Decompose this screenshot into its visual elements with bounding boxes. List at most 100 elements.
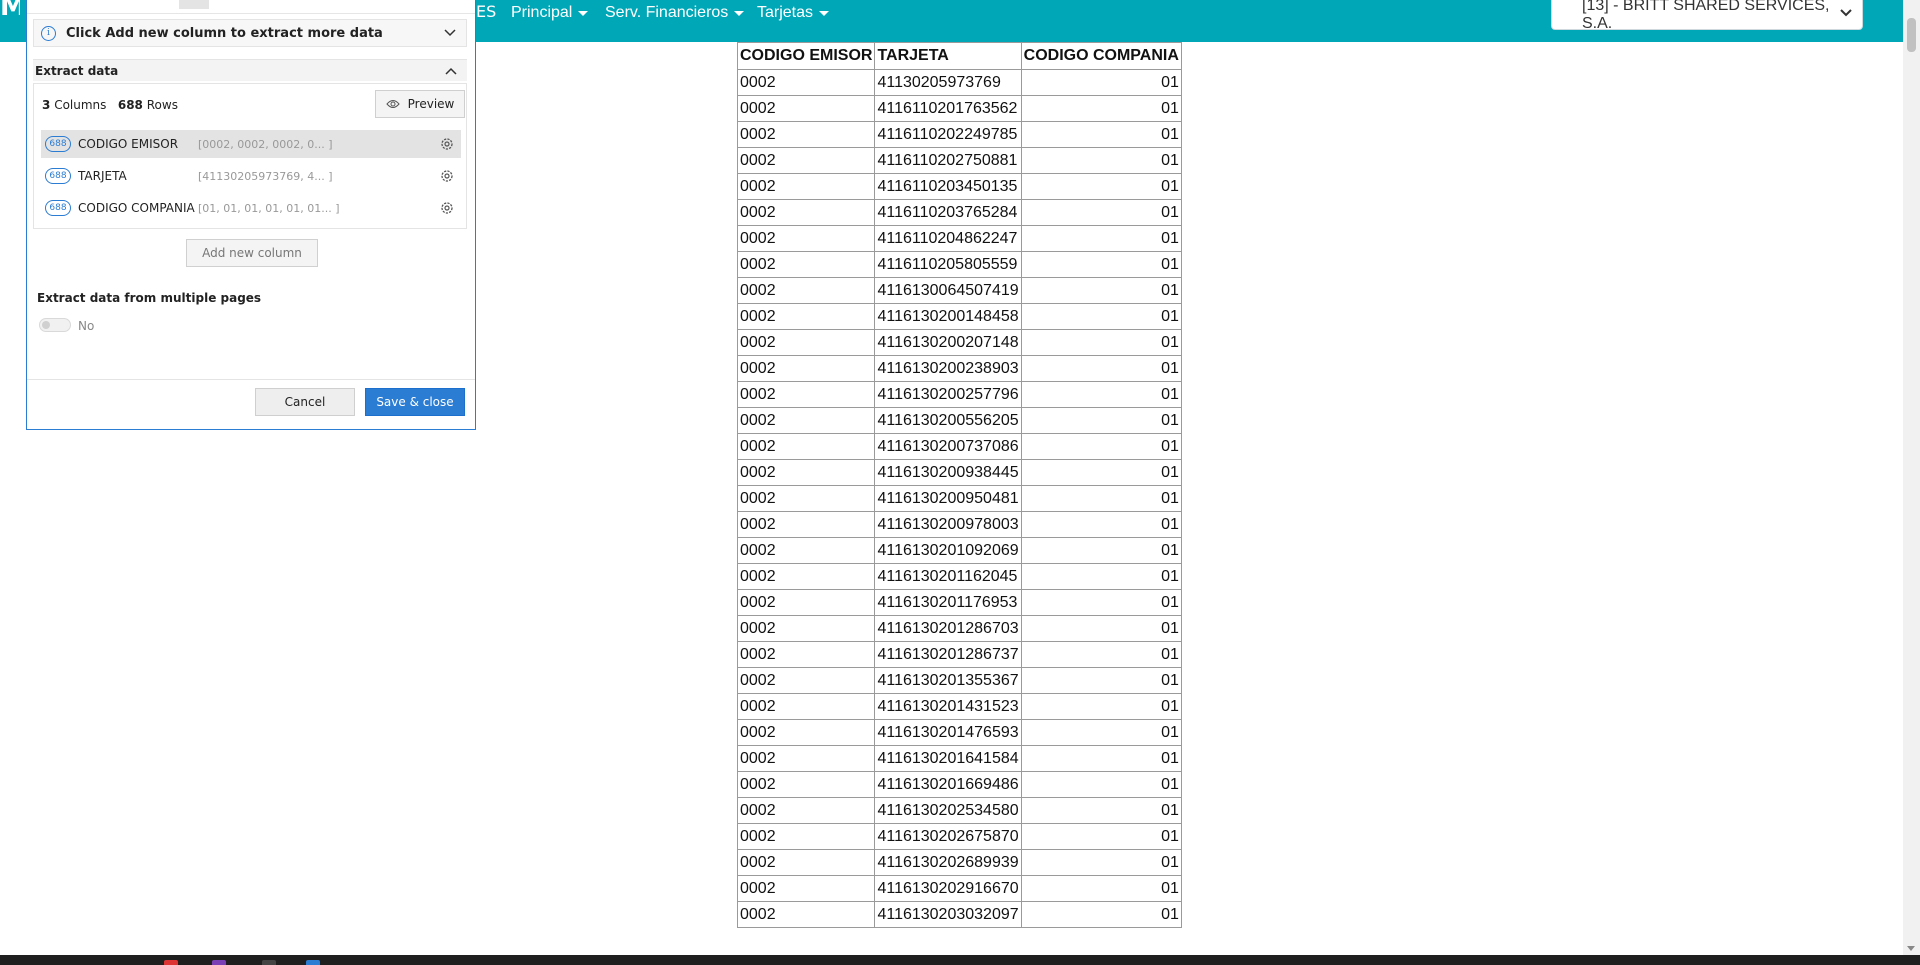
preview-button[interactable]: Preview	[375, 90, 465, 118]
save-close-button[interactable]: Save & close	[365, 388, 465, 416]
table-cell: 0002	[736, 121, 876, 148]
table-cell: 4116130203032097	[874, 901, 1022, 928]
table-row: 0002 4116110202750881 01	[736, 147, 1182, 174]
table-cell: 4116130201476593	[874, 719, 1022, 746]
table-row: 0002 4116130200556205 01	[736, 407, 1182, 434]
table-row: 0002 4116110202249785 01	[736, 121, 1182, 148]
table-cell: 0002	[736, 563, 876, 590]
nav-menu-label: Tarjetas	[757, 4, 814, 21]
table-row: 0002 4116110204862247 01	[736, 225, 1182, 252]
column-row-codigo-emisor[interactable]: 688 CODIGO EMISOR [0002, 0002, 0002, 0..…	[41, 130, 461, 158]
table-row: 0002 4116130064507419 01	[736, 277, 1182, 304]
table-cell: 4116130201162045	[874, 563, 1022, 590]
toolbar-tab[interactable]	[179, 0, 209, 9]
table-cell: 01	[1020, 95, 1182, 122]
table-cell: 0002	[736, 381, 876, 408]
column-header: TARJETA	[874, 42, 1022, 70]
column-name: CODIGO COMPANIA	[78, 201, 195, 215]
table-cell: 0002	[736, 641, 876, 668]
table-row: 0002 4116130201476593 01	[736, 719, 1182, 746]
table-cell: 01	[1020, 563, 1182, 590]
table-cell: 01	[1020, 823, 1182, 850]
table-cell: 01	[1020, 173, 1182, 200]
table-header-row: CODIGO EMISOR TARJETA CODIGO COMPANIA	[736, 42, 1182, 70]
taskbar-app-icon[interactable]	[306, 960, 320, 965]
table-cell: 4116130200207148	[874, 329, 1022, 356]
multi-page-toggle[interactable]	[39, 318, 71, 332]
table-cell: 01	[1020, 121, 1182, 148]
gear-icon[interactable]	[439, 168, 455, 184]
table-cell: 0002	[736, 251, 876, 278]
cancel-button[interactable]: Cancel	[255, 388, 355, 416]
table-row: 0002 4116130200257796 01	[736, 381, 1182, 408]
caret-down-icon	[734, 10, 745, 16]
row-count-badge: 688	[45, 168, 71, 184]
table-cell: 4116130202916670	[874, 875, 1022, 902]
chevron-down-icon[interactable]	[444, 29, 456, 37]
vertical-scrollbar[interactable]	[1903, 0, 1920, 955]
table-row: 0002 4116110203765284 01	[736, 199, 1182, 226]
taskbar-app-icon[interactable]	[164, 960, 178, 965]
table-cell: 4116130064507419	[874, 277, 1022, 304]
taskbar-app-icon[interactable]	[212, 960, 226, 965]
toggle-knob	[42, 321, 50, 329]
nav-item-partial[interactable]: ES	[476, 2, 496, 21]
nav-menu-label: Principal	[511, 4, 573, 21]
table-cell: 4116110204862247	[874, 225, 1022, 252]
table-cell: 4116130200238903	[874, 355, 1022, 382]
row-count-badge: 688	[45, 136, 71, 152]
table-cell: 4116130200556205	[874, 407, 1022, 434]
info-banner[interactable]: i Click Add new column to extract more d…	[33, 19, 467, 47]
table-cell: 0002	[736, 355, 876, 382]
column-row-codigo-compania[interactable]: 688 CODIGO COMPANIA [01, 01, 01, 01, 01,…	[41, 194, 461, 222]
table-cell: 01	[1020, 199, 1182, 226]
gear-icon[interactable]	[439, 200, 455, 216]
add-new-column-button[interactable]: Add new column	[186, 239, 318, 267]
table-cell: 4116130202689939	[874, 849, 1022, 876]
table-row: 0002 4116130201355367 01	[736, 667, 1182, 694]
company-select[interactable]: [13] - BRITT SHARED SERVICES, S.A.	[1551, 0, 1863, 32]
table-cell: 41130205973769	[874, 69, 1022, 96]
scrollbar-thumb[interactable]	[1907, 18, 1916, 52]
column-name: TARJETA	[78, 169, 127, 183]
chevron-up-icon[interactable]	[445, 67, 457, 75]
table-cell: 01	[1020, 251, 1182, 278]
table-row: 0002 4116130202689939 01	[736, 849, 1182, 876]
table-cell: 01	[1020, 277, 1182, 304]
table-cell: 01	[1020, 303, 1182, 330]
table-cell: 01	[1020, 329, 1182, 356]
column-preview: [01, 01, 01, 01, 01, 01... ]	[198, 201, 340, 215]
table-cell: 0002	[736, 199, 876, 226]
table-cell: 01	[1020, 771, 1182, 798]
nav-menu-serv-financieros[interactable]: Serv. Financieros	[605, 4, 745, 22]
table-cell: 0002	[736, 667, 876, 694]
divider	[27, 379, 475, 380]
columns-count: 3	[42, 98, 51, 112]
rows-word: Rows	[146, 98, 178, 112]
table-cell: 4116130200938445	[874, 459, 1022, 486]
table-cell: 0002	[736, 849, 876, 876]
taskbar-app-icon[interactable]	[262, 960, 276, 965]
table-row: 0002 4116130201162045 01	[736, 563, 1182, 590]
table-cell: 4116130200148458	[874, 303, 1022, 330]
table-cell: 0002	[736, 797, 876, 824]
scroll-down-icon[interactable]	[1907, 946, 1915, 951]
extract-data-section-header[interactable]: Extract data	[33, 59, 467, 81]
column-row-tarjeta[interactable]: 688 TARJETA [41130205973769, 4... ]	[41, 162, 461, 190]
table-cell: 0002	[736, 173, 876, 200]
table-cell: 0002	[736, 875, 876, 902]
extract-columns-box: 3 Columns 688 Rows Preview 688 CODIGO EM…	[33, 83, 467, 229]
table-cell: 01	[1020, 849, 1182, 876]
table-cell: 0002	[736, 459, 876, 486]
nav-menu-tarjetas[interactable]: Tarjetas	[757, 4, 830, 22]
table-row: 0002 4116130200950481 01	[736, 485, 1182, 512]
column-name: CODIGO EMISOR	[78, 137, 179, 151]
table-cell: 01	[1020, 641, 1182, 668]
column-preview: [41130205973769, 4... ]	[198, 169, 333, 183]
table-row: 0002 4116130201431523 01	[736, 693, 1182, 720]
table-cell: 01	[1020, 511, 1182, 538]
preview-label: Preview	[407, 97, 455, 111]
table-cell: 01	[1020, 381, 1182, 408]
gear-icon[interactable]	[439, 136, 455, 152]
nav-menu-principal[interactable]: Principal	[511, 4, 589, 22]
